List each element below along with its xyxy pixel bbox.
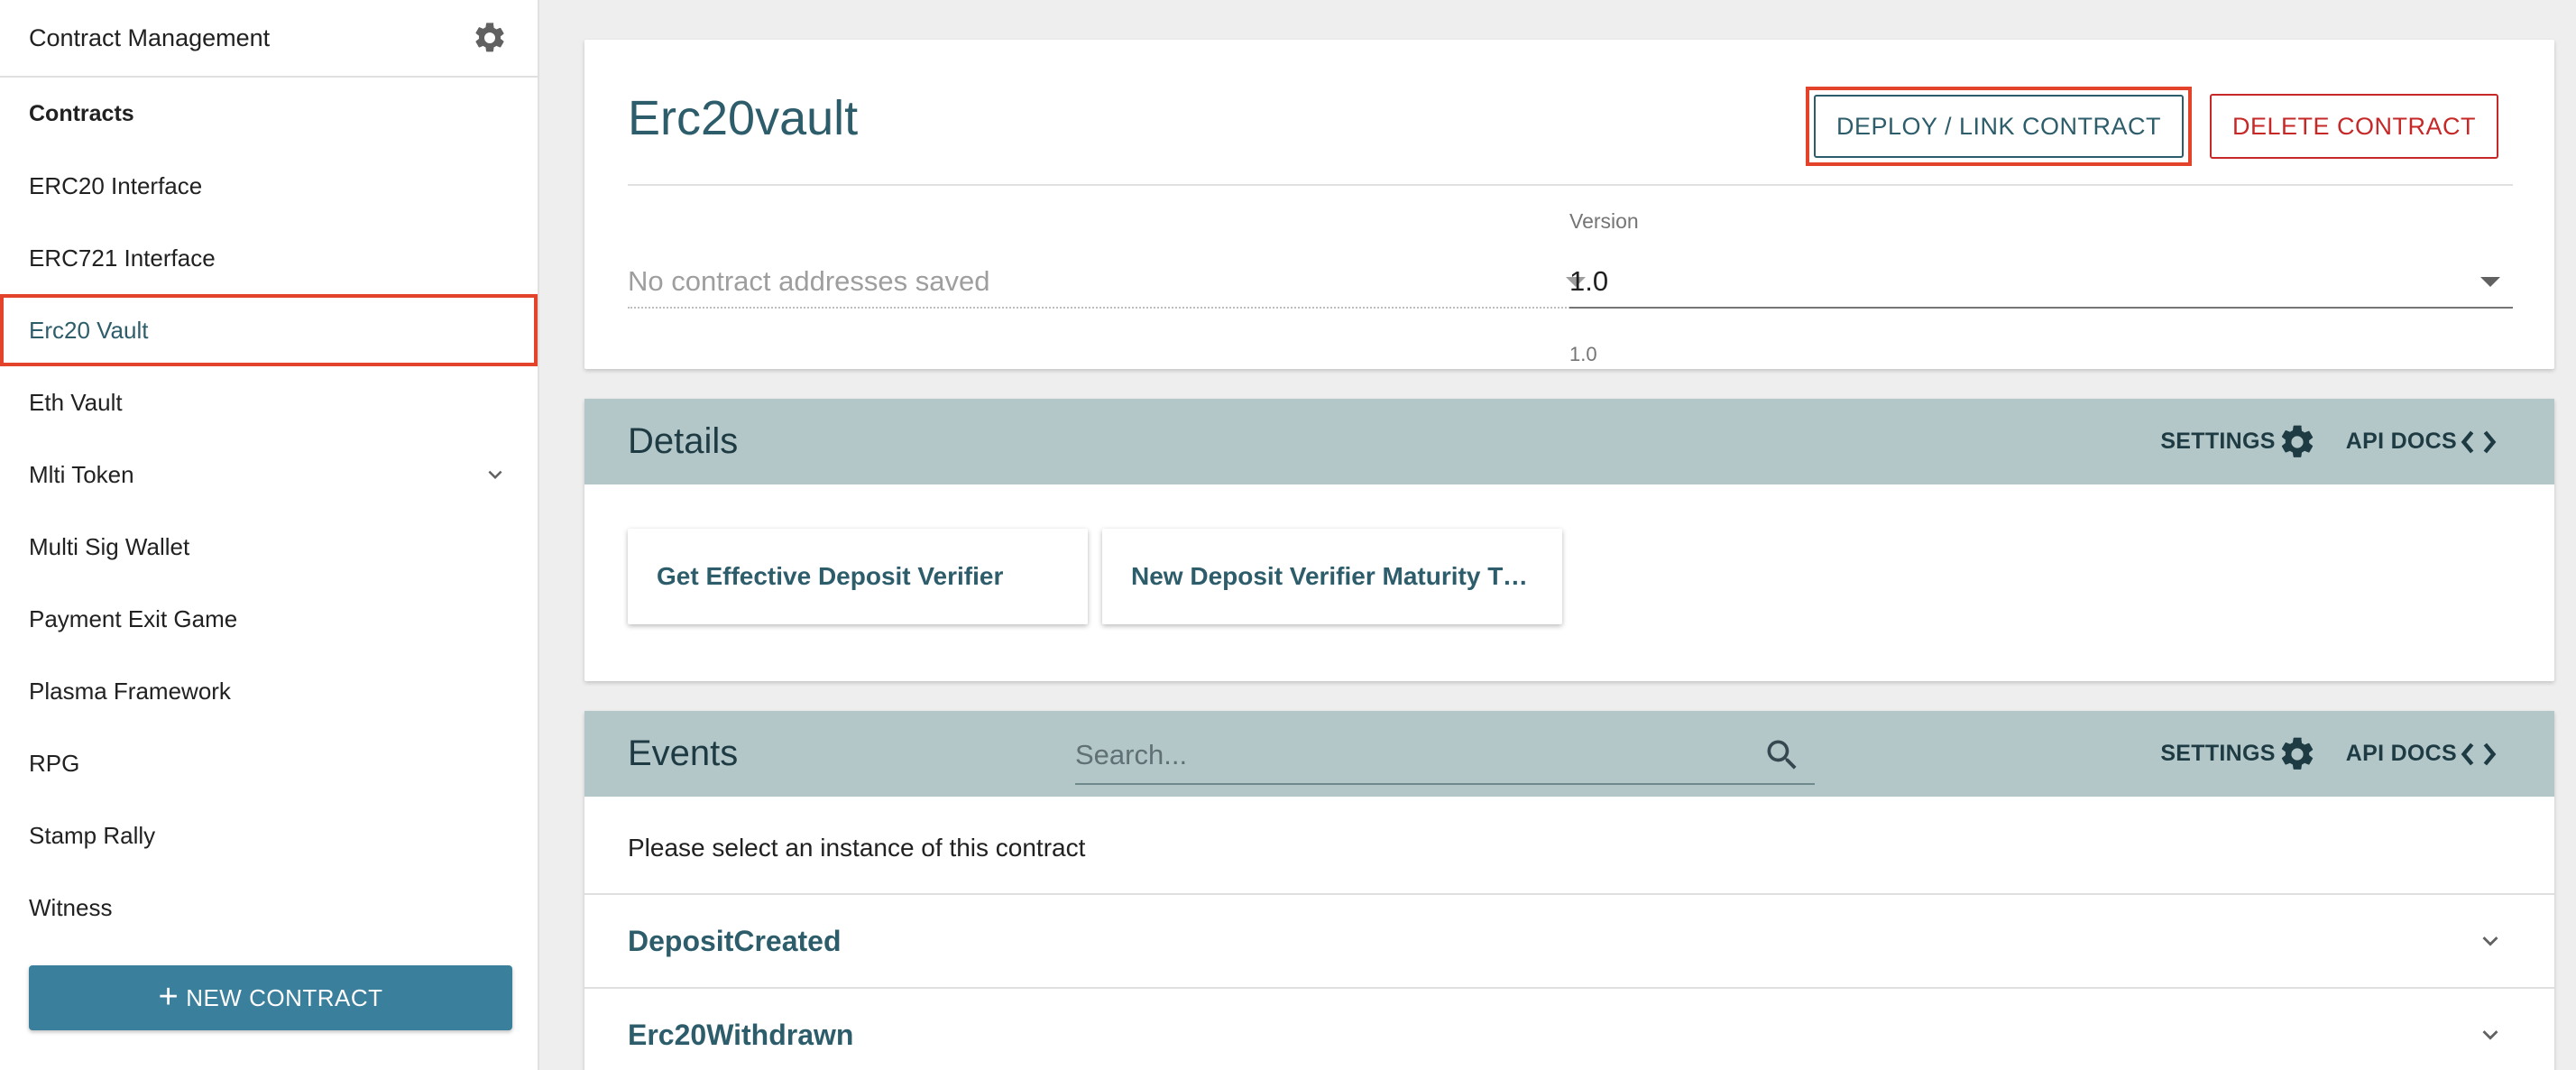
sidebar-item-label: Mlti Token	[29, 460, 134, 488]
sidebar-item-label: ERC721 Interface	[29, 244, 216, 272]
gear-icon	[2281, 425, 2313, 457]
sidebar-item-label: Eth Vault	[29, 388, 123, 416]
method-get-effective-deposit-verifier[interactable]: Get Effective Deposit Verifier	[628, 529, 1088, 624]
sidebar-item-label: ERC20 Interface	[29, 171, 203, 199]
contracts-section-label: Contracts	[29, 100, 134, 126]
sidebar-item-label: Stamp Rally	[29, 821, 156, 849]
sidebar: Contract Management Contracts ERC20 Inte…	[0, 0, 539, 1070]
event-erc20-withdrawn[interactable]: Erc20Withdrawn	[584, 987, 2554, 1070]
events-search-input[interactable]	[1075, 739, 1707, 771]
contract-address-placeholder: No contract addresses saved	[628, 265, 990, 297]
plus-icon: +	[158, 977, 179, 1016]
code-icon	[2461, 430, 2497, 453]
sidebar-item-label: Witness	[29, 893, 113, 921]
sidebar-item-erc20-interface[interactable]: ERC20 Interface	[0, 150, 538, 222]
event-deposit-created[interactable]: DepositCreated	[584, 893, 2554, 987]
details-section-bar: Details SETTINGS API DOCS	[584, 399, 2554, 484]
deploy-button-highlight: DEPLOY / LINK CONTRACT	[1806, 87, 2192, 166]
events-message: Please select an instance of this contra…	[628, 834, 1086, 862]
sidebar-item-eth-vault[interactable]: Eth Vault	[0, 366, 538, 438]
sidebar-item-label: Payment Exit Game	[29, 604, 238, 632]
sidebar-item-mlti-token[interactable]: Mlti Token	[0, 438, 538, 511]
sidebar-item-rpg[interactable]: RPG	[0, 727, 538, 799]
chevron-down-icon[interactable]	[482, 461, 509, 488]
details-title: Details	[628, 421, 739, 461]
method-label: Get Effective Deposit Verifier	[657, 562, 1004, 590]
gear-icon	[2281, 737, 2313, 770]
search-icon[interactable]	[1762, 735, 1802, 775]
caret-down-icon	[2480, 276, 2500, 287]
sidebar-item-payment-exit-game[interactable]: Payment Exit Game	[0, 583, 538, 655]
divider	[628, 184, 2513, 186]
sidebar-item-multi-sig-wallet[interactable]: Multi Sig Wallet	[0, 511, 538, 583]
version-select[interactable]: 1.0	[1569, 256, 2513, 309]
sidebar-item-label: Erc20 Vault	[29, 316, 149, 344]
sidebar-item-label: Multi Sig Wallet	[29, 532, 190, 560]
sidebar-header: Contract Management	[0, 0, 538, 78]
gear-icon[interactable]	[471, 19, 509, 57]
events-api-docs-button[interactable]: API DOCS	[2346, 734, 2498, 774]
sidebar-item-erc721-interface[interactable]: ERC721 Interface	[0, 222, 538, 294]
new-contract-label: NEW CONTRACT	[186, 983, 383, 1011]
sidebar-item-stamp-rally[interactable]: Stamp Rally	[0, 799, 538, 872]
events-title: Events	[628, 733, 739, 773]
events-actions: SETTINGS API DOCS	[2160, 711, 2498, 797]
contract-title: Erc20vault	[628, 91, 859, 145]
settings-label: SETTINGS	[2160, 429, 2276, 454]
details-actions: SETTINGS API DOCS	[2160, 399, 2498, 484]
events-search	[1075, 727, 1815, 785]
events-section-bar: Events SETTINGS API DOCS	[584, 711, 2554, 797]
sidebar-item-witness[interactable]: Witness	[0, 872, 538, 944]
chevron-down-icon	[2482, 936, 2498, 946]
new-contract-button[interactable]: + NEW CONTRACT	[29, 965, 512, 1030]
sidebar-item-label: RPG	[29, 749, 80, 777]
event-label: DepositCreated	[628, 924, 842, 957]
contract-address-select[interactable]: No contract addresses saved	[628, 256, 1598, 309]
sidebar-item-erc20-vault[interactable]: Erc20 Vault	[0, 294, 538, 366]
events-settings-button[interactable]: SETTINGS	[2160, 734, 2316, 774]
sidebar-item-plasma-framework[interactable]: Plasma Framework	[0, 655, 538, 727]
event-label: Erc20Withdrawn	[628, 1018, 854, 1051]
version-value: 1.0	[1569, 265, 1609, 297]
method-new-deposit-verifier-maturity-timestamp[interactable]: New Deposit Verifier Maturity Timestamp	[1102, 529, 1562, 624]
details-card: Details SETTINGS API DOCS Get Effective …	[584, 399, 2554, 681]
version-hint: 1.0	[1569, 343, 1597, 365]
events-card: Events SETTINGS API DOCS Please select a…	[584, 711, 2554, 1070]
sidebar-title: Contract Management	[29, 23, 271, 51]
api-docs-label: API DOCS	[2345, 429, 2457, 454]
api-docs-label: API DOCS	[2345, 741, 2457, 766]
contract-header-card: Erc20vault DEPLOY / LINK CONTRACT DELETE…	[584, 40, 2554, 369]
method-label: New Deposit Verifier Maturity Timestamp	[1131, 562, 1533, 590]
version-label: Version	[1569, 209, 1639, 233]
details-api-docs-button[interactable]: API DOCS	[2346, 422, 2498, 462]
code-icon	[2461, 743, 2497, 765]
settings-label: SETTINGS	[2160, 741, 2276, 766]
details-settings-button[interactable]: SETTINGS	[2160, 422, 2316, 462]
delete-contract-button[interactable]: DELETE CONTRACT	[2210, 94, 2498, 159]
deploy-link-contract-button[interactable]: DEPLOY / LINK CONTRACT	[1814, 95, 2184, 158]
sidebar-item-label: Plasma Framework	[29, 677, 231, 705]
chevron-down-icon	[2482, 1030, 2498, 1040]
